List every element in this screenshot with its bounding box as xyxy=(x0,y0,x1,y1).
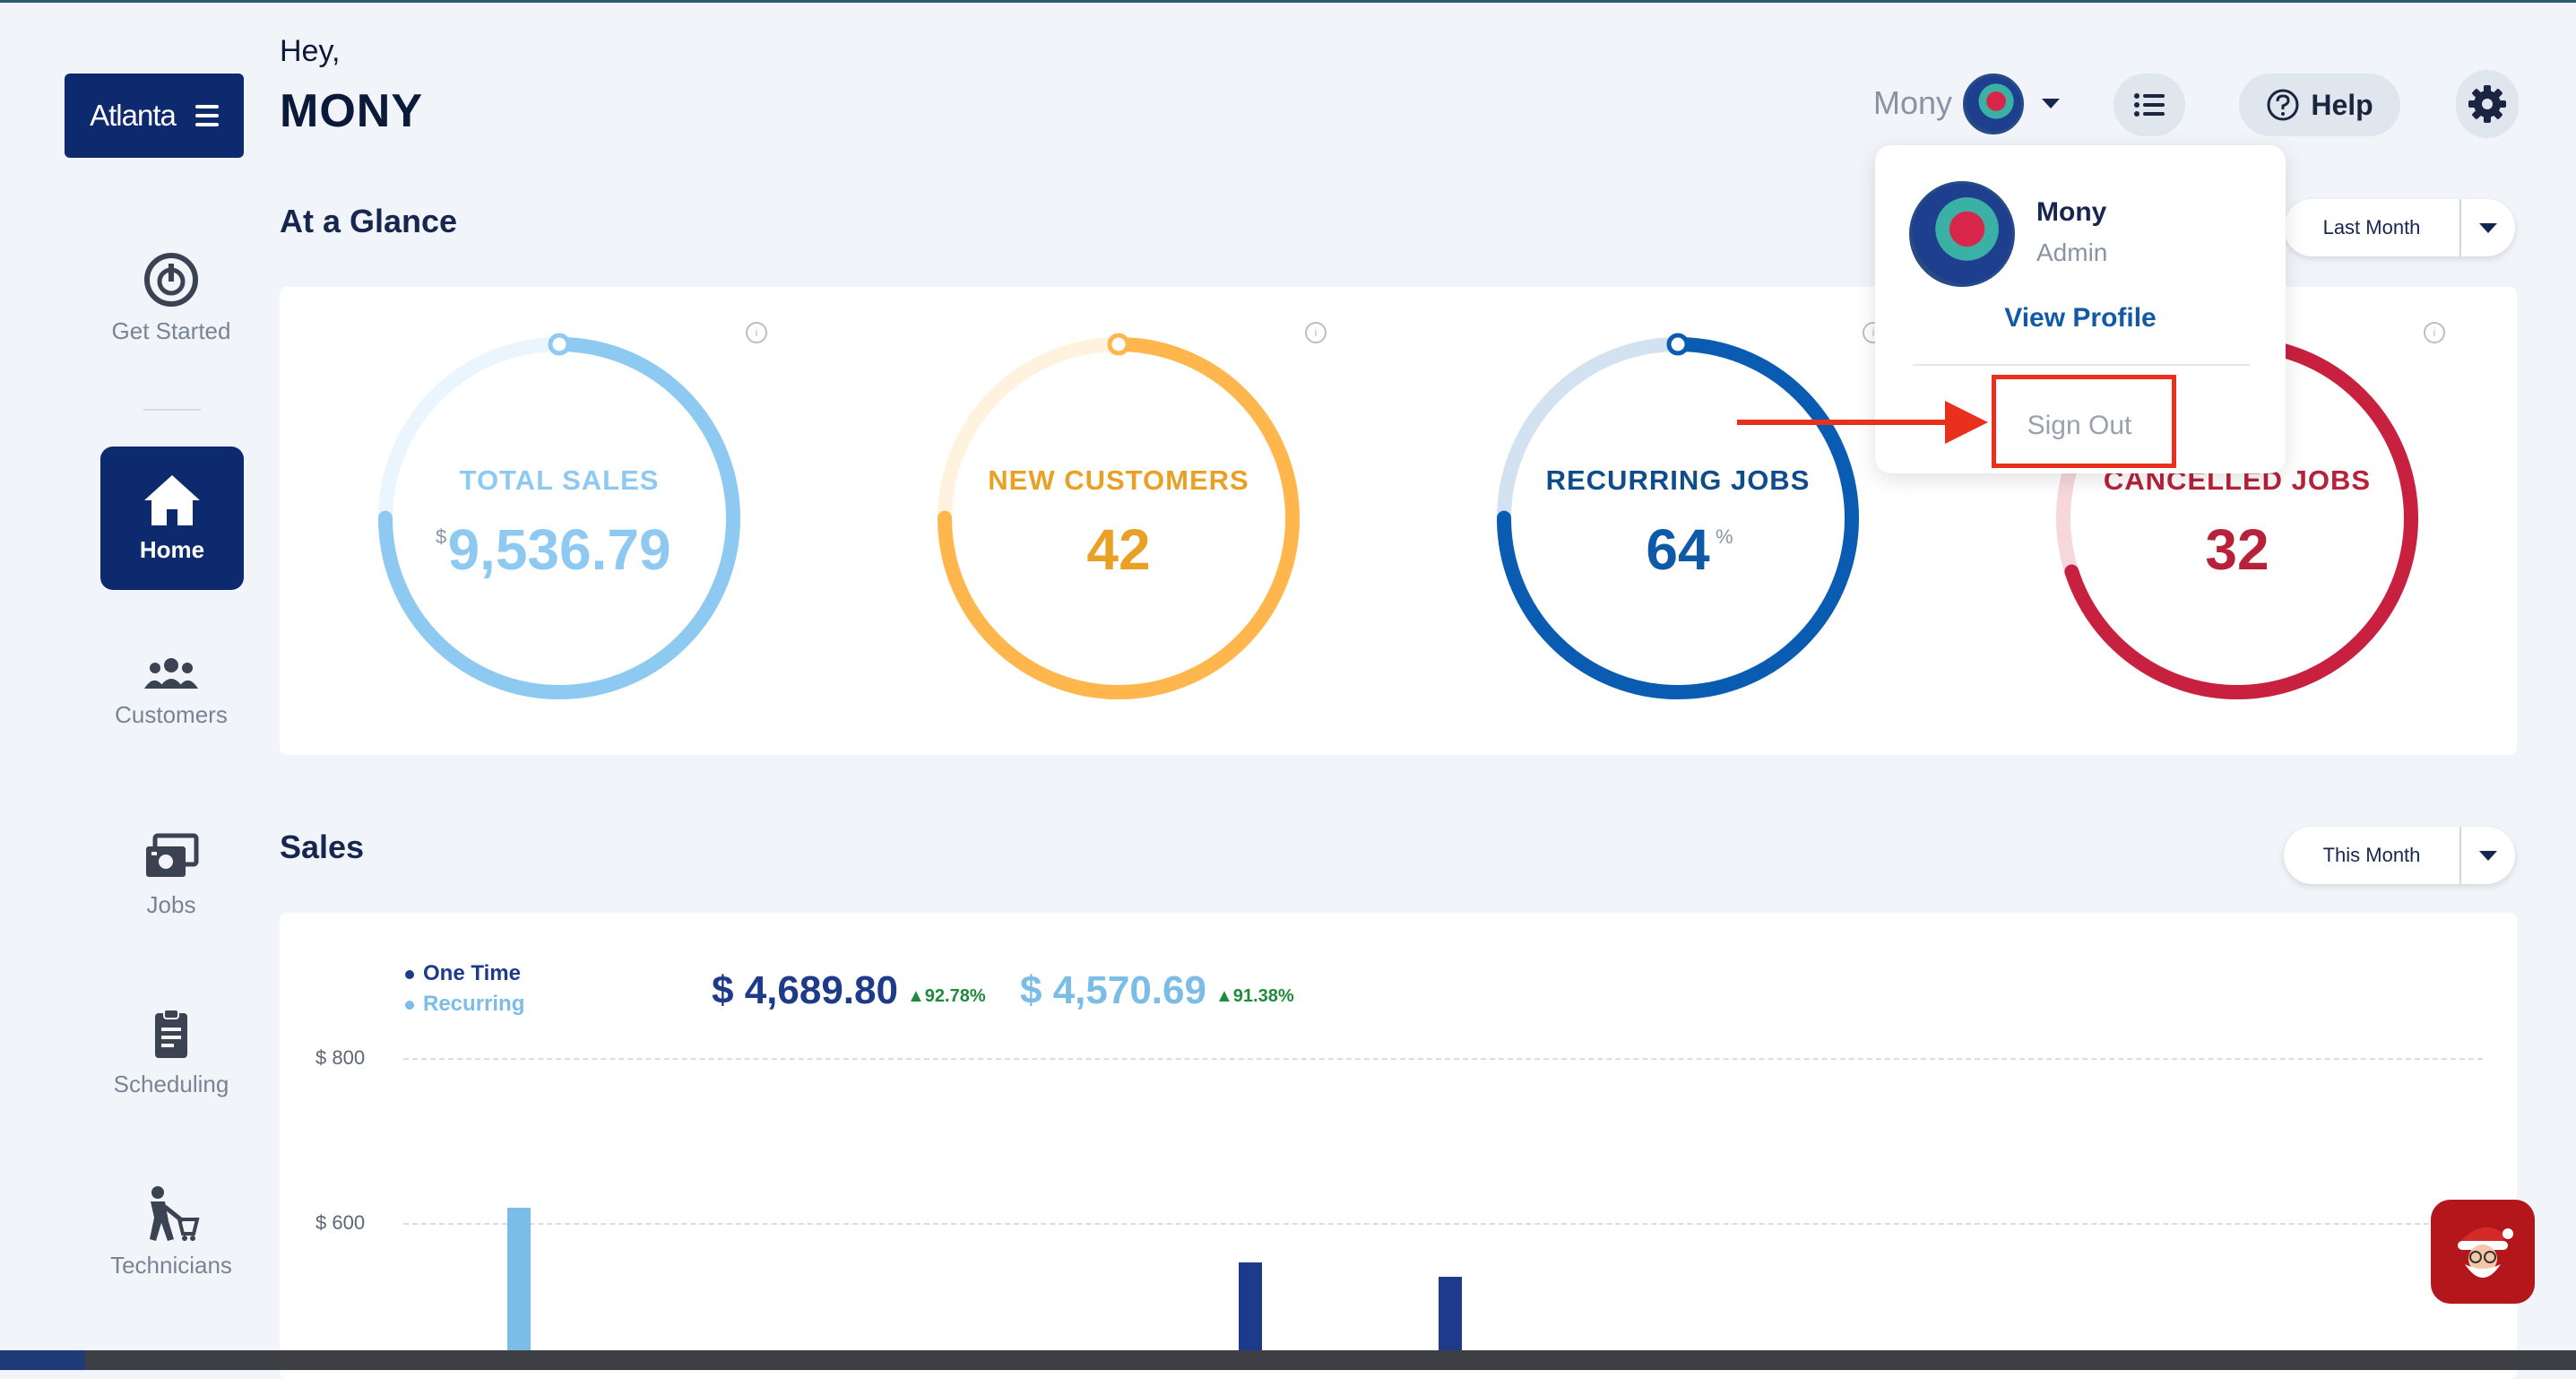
bar-one-time[interactable] xyxy=(1239,1262,1263,1350)
sales-period-select[interactable]: This Month xyxy=(2284,827,2515,884)
sign-out-highlight-box xyxy=(1992,375,2176,468)
gauge-value: 32 xyxy=(2205,517,2269,582)
gauge-knob xyxy=(548,333,571,356)
question-circle-icon xyxy=(2267,89,2299,121)
y-tick-label: $ 800 xyxy=(316,1046,366,1069)
window-top-border xyxy=(0,0,2576,3)
glance-title: At a Glance xyxy=(280,203,458,239)
bottom-bar xyxy=(0,1350,2576,1370)
up-arrow-icon: ▲ xyxy=(907,986,925,1006)
users-icon xyxy=(144,658,198,689)
info-icon[interactable]: i xyxy=(746,322,767,343)
brand-city: Atlanta xyxy=(90,99,177,132)
legend-one-time[interactable]: One Time xyxy=(405,961,521,986)
legend-label: One Time xyxy=(423,961,521,985)
technician-icon xyxy=(150,1186,200,1241)
up-arrow-icon: ▲ xyxy=(1215,986,1233,1006)
recurring-change: ▲91.38% xyxy=(1215,986,1294,1007)
sidebar-item-customers[interactable]: Customers xyxy=(99,656,244,729)
view-profile-link[interactable]: View Profile xyxy=(1875,303,2286,334)
settings-button[interactable] xyxy=(2456,70,2519,138)
help-label: Help xyxy=(2311,88,2373,121)
annotation-arrow-line xyxy=(1737,420,1952,425)
gridline xyxy=(403,1223,2483,1225)
sidebar-item-technicians[interactable]: Technicians xyxy=(99,1185,244,1279)
gridline xyxy=(403,1058,2483,1060)
sidebar-item-scheduling[interactable]: Scheduling xyxy=(99,1008,244,1098)
change-value: 91.38% xyxy=(1232,986,1294,1006)
legend-dot xyxy=(405,969,414,979)
currency-symbol: $ xyxy=(436,525,447,548)
sidebar-item-label: Home xyxy=(139,535,205,563)
hamburger-icon xyxy=(194,105,219,126)
change-value: 92.78% xyxy=(924,986,986,1006)
list-view-button[interactable] xyxy=(2114,74,2185,136)
user-menu-chevron-down-icon[interactable] xyxy=(2042,99,2060,108)
gauge-knob xyxy=(1107,333,1130,356)
sidebar-item-label: Scheduling xyxy=(113,1071,229,1097)
legend-recurring[interactable]: Recurring xyxy=(405,992,524,1017)
annotation-arrow-head xyxy=(1945,401,1988,444)
clipboard-icon xyxy=(155,1009,187,1058)
greeting-user-name: MONY xyxy=(280,85,423,137)
recurring-total: $ 4,570.69 xyxy=(1020,968,1206,1012)
sidebar-item-label: Technicians xyxy=(110,1252,232,1279)
legend-dot xyxy=(405,1000,414,1010)
sidebar-item-label: Customers xyxy=(115,701,228,728)
one-time-change: ▲92.78% xyxy=(907,986,986,1007)
bar-one-time[interactable] xyxy=(1438,1276,1462,1350)
power-icon xyxy=(144,253,198,307)
percent-symbol: % xyxy=(1716,525,1733,548)
profile-name: Mony xyxy=(2036,197,2107,227)
sidebar-item-label: Jobs xyxy=(146,891,196,918)
list-icon xyxy=(2134,93,2165,117)
location-menu-button[interactable]: Atlanta xyxy=(65,74,244,158)
sales-title: Sales xyxy=(280,828,365,865)
one-time-total: $ 4,689.80 xyxy=(712,968,898,1012)
chevron-down-icon xyxy=(2461,850,2515,861)
info-icon[interactable]: i xyxy=(2424,322,2445,343)
jobs-icon xyxy=(146,833,199,877)
santa-icon xyxy=(2458,1227,2513,1278)
sales-period-value: This Month xyxy=(2322,844,2421,866)
gear-icon xyxy=(2468,85,2506,123)
help-button[interactable]: Help xyxy=(2239,74,2400,136)
sidebar-item-get-started[interactable]: Get Started xyxy=(99,251,244,345)
greeting-text: Hey, xyxy=(280,34,341,68)
gauge-label: TOTAL SALES xyxy=(459,464,660,496)
sidebar-item-jobs[interactable]: Jobs xyxy=(99,832,244,919)
home-icon xyxy=(144,474,200,525)
y-tick-label: $ 600 xyxy=(316,1211,366,1234)
bar-recurring[interactable] xyxy=(507,1208,531,1350)
header-avatar[interactable] xyxy=(1963,74,2024,134)
bottom-bar-accent xyxy=(0,1350,85,1370)
gauge-value: 64 xyxy=(1646,517,1710,582)
gauge-knob xyxy=(1666,333,1690,356)
sidebar-divider xyxy=(143,409,201,411)
header-user-name[interactable]: Mony xyxy=(1873,84,1952,122)
chevron-down-icon xyxy=(2461,222,2515,233)
sales-panel xyxy=(280,913,2517,1379)
gauge-value: 9,536.79 xyxy=(447,517,671,582)
glance-period-value: Last Month xyxy=(2322,216,2421,239)
gauge-value: 42 xyxy=(1086,517,1151,582)
glance-period-select[interactable]: Last Month xyxy=(2284,199,2515,256)
sidebar-item-label: Get Started xyxy=(111,317,231,344)
sidebar-item-home[interactable]: Home xyxy=(100,447,244,590)
gauge-label: NEW CUSTOMERS xyxy=(988,464,1249,496)
info-icon[interactable]: i xyxy=(1305,322,1327,343)
gauge-label: RECURRING JOBS xyxy=(1545,464,1811,496)
legend-label: Recurring xyxy=(423,992,525,1016)
dropdown-divider xyxy=(1913,364,2250,366)
profile-avatar xyxy=(1909,181,2015,287)
profile-role: Admin xyxy=(2036,239,2108,266)
chat-support-button[interactable] xyxy=(2431,1200,2535,1304)
